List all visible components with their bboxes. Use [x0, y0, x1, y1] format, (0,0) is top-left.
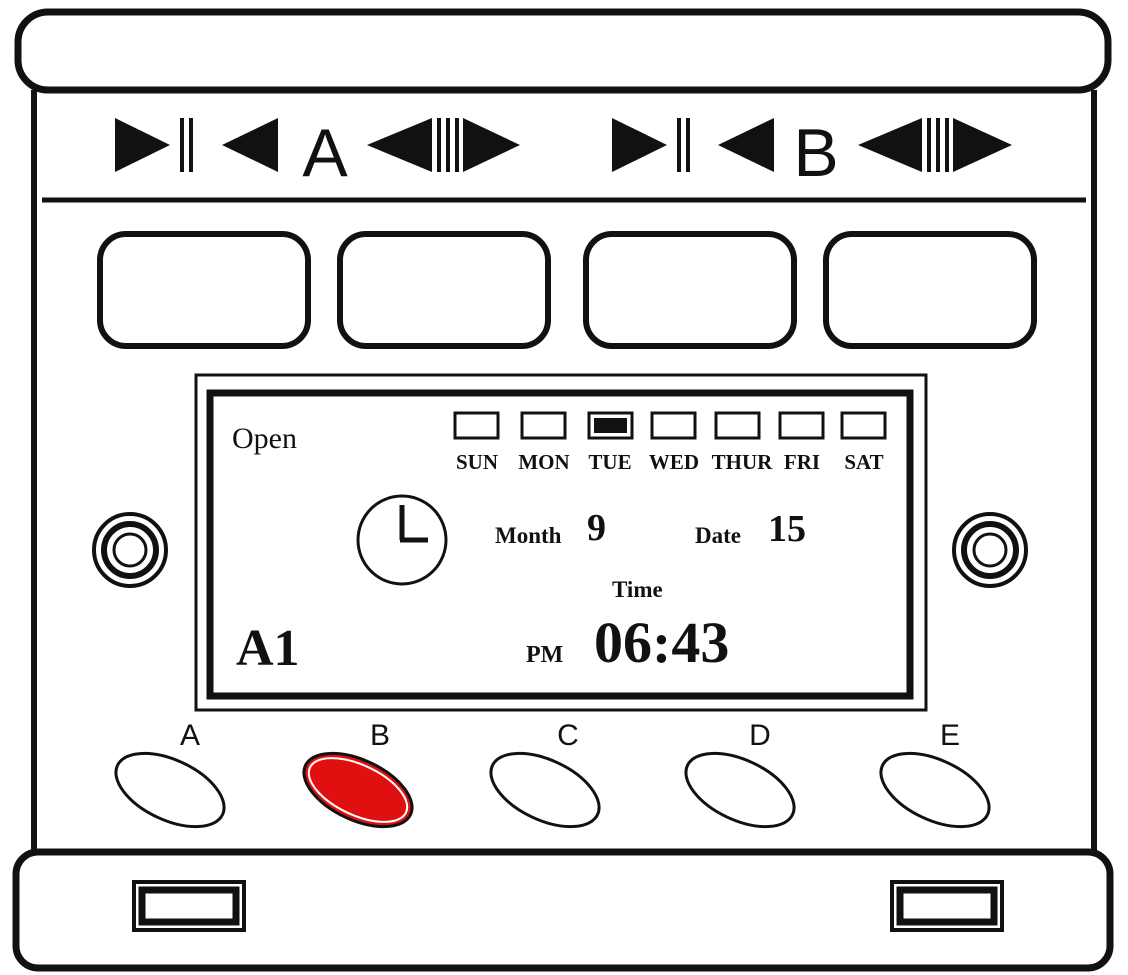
- channel-a-label: A: [302, 115, 348, 191]
- day-box-mon: [520, 411, 567, 440]
- left-rail-clip: [132, 880, 246, 932]
- date-label: Date: [695, 523, 741, 548]
- right-screw: [952, 512, 1028, 588]
- month-label: Month: [495, 523, 562, 548]
- day-label-sun: SUN: [456, 450, 498, 474]
- window-2: [337, 231, 551, 349]
- day-label-tue: TUE: [588, 450, 631, 474]
- day-label-wed: WED: [649, 450, 699, 474]
- program-indicator: A1: [236, 620, 300, 677]
- month-value: 9: [587, 507, 606, 549]
- time-label: Time: [612, 577, 663, 602]
- top-cap: [14, 8, 1112, 94]
- button-c-label: C: [557, 719, 579, 752]
- channel-b-label: B: [793, 115, 838, 191]
- window-4: [823, 231, 1037, 349]
- day-box-fri: [778, 411, 825, 440]
- day-box-sat: [840, 411, 887, 440]
- day-box-wed: [650, 411, 697, 440]
- clock-icon: [356, 494, 448, 586]
- button-b-label: B: [370, 719, 390, 752]
- button-e-label: E: [940, 719, 960, 752]
- ampm-indicator: PM: [526, 642, 563, 668]
- button-d-label: D: [749, 719, 771, 752]
- window-3: [583, 231, 797, 349]
- day-label-fri: FRI: [784, 450, 820, 474]
- left-screw: [92, 512, 168, 588]
- mode-text: Open: [232, 422, 297, 455]
- right-rail-clip: [890, 880, 1004, 932]
- time-value: 06:43: [594, 610, 729, 675]
- day-box-thur: [714, 411, 761, 440]
- day-label-thur: THUR: [712, 450, 774, 474]
- day-box-tue-fill: [594, 418, 627, 433]
- day-label-mon: MON: [518, 450, 569, 474]
- day-box-sun: [453, 411, 500, 440]
- day-label-sat: SAT: [844, 450, 883, 474]
- window-1: [97, 231, 311, 349]
- date-value: 15: [768, 508, 806, 550]
- button-a-label: A: [180, 719, 200, 752]
- timer-switch-device: A B Open SUN MON TUE WED THUR FRI SAT Mo…: [12, 8, 1114, 972]
